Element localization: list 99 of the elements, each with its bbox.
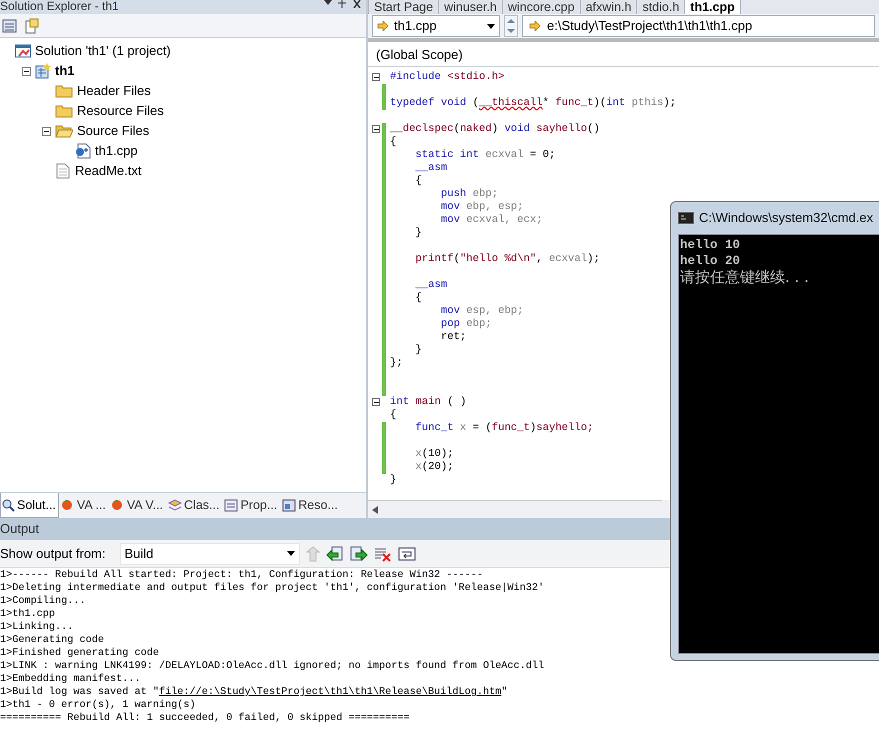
output-line: 1>Finished generating code [0, 647, 160, 660]
log-link[interactable]: file://e:\Study\TestProject\th1\th1\Release\BuildLog.htm [158, 687, 502, 698]
code-line: mov ecxval, ecx; [440, 214, 543, 227]
code-line: __declspec(naked) void sayhello() [390, 123, 600, 136]
output-line: 1>LINK : warning LNK4199: /DELAYLOAD:OleAcc.dll ignored; no imports found from OleAcc.dll [0, 660, 546, 673]
arrow-icon [377, 21, 389, 31]
tab-icon [110, 498, 125, 512]
minus-icon [373, 74, 380, 81]
tree-item[interactable]: Resource Files [77, 101, 164, 121]
word-wrap-icon[interactable] [398, 546, 416, 562]
panel-tab[interactable]: VA ... [58, 493, 109, 518]
project-icon [35, 63, 51, 79]
panel-tab[interactable]: Clas... [166, 493, 222, 518]
code-line: mov ebp, esp; [440, 201, 524, 214]
next-message-icon[interactable] [350, 546, 368, 562]
document-tab[interactable]: winuser.h [438, 0, 503, 14]
code-line: pop ebp; [440, 318, 492, 331]
collapse-toggle[interactable] [372, 398, 380, 406]
minus-icon [373, 399, 380, 406]
solution-icon [15, 44, 31, 58]
code-line: int main ( ) [390, 396, 466, 409]
scroll-left-icon[interactable] [372, 506, 378, 514]
show-all-files-icon[interactable] [24, 18, 40, 34]
panel-tab[interactable]: VA V... [108, 493, 166, 518]
code-line: __asm [414, 279, 448, 292]
panel-tab[interactable]: Solut... [0, 493, 59, 518]
folder-icon [55, 124, 73, 138]
path-field[interactable]: e:\Study\TestProject\th1\th1\th1.cpp [522, 15, 875, 37]
console-output: hello 10 hello 20 请按任意键继续. . . [678, 234, 879, 654]
code-line: __asm [414, 162, 448, 175]
code-line: } [414, 227, 422, 240]
folder-icon [55, 84, 73, 98]
output-line: 1>Deleting intermediate and output files for project 'th1', configuration 'Release|Win32' [0, 582, 546, 595]
previous-message-icon[interactable] [326, 546, 344, 562]
code-line: }; [390, 357, 403, 370]
code-line: #include <stdio.h> [390, 71, 504, 84]
code-line: static int ecxval = 0; [414, 149, 556, 162]
output-line: 1>Compiling... [0, 595, 87, 608]
output-line: ========== Rebuild All: 1 succeeded, 0 failed, 0 skipped ========== [0, 712, 411, 725]
output-line: 1>Build log was saved at "file://e:\Study\TestProject\th1\th1\Release\BuildLog.htm" [0, 686, 508, 699]
tree-item[interactable]: th1.cpp [95, 141, 138, 161]
code-line: } [390, 474, 396, 487]
output-line: 1>Generating code [0, 634, 105, 647]
collapse-toggle[interactable] [372, 125, 380, 133]
output-line: 1>th1 - 0 error(s), 1 warning(s) [0, 699, 197, 712]
properties-icon[interactable] [2, 18, 18, 34]
tab-icon [60, 498, 75, 512]
document-tab[interactable]: stdio.h [636, 0, 686, 14]
tree-item[interactable]: ReadMe.txt [75, 161, 142, 181]
tree-item[interactable]: Source Files [77, 121, 150, 141]
code-line: { [414, 292, 422, 305]
window-title: C:\Windows\system32\cmd.ex [699, 209, 874, 228]
clear-all-icon[interactable] [374, 546, 392, 562]
folder-icon [55, 104, 73, 118]
tab-icon [2, 498, 15, 512]
output-line: 1>Embedding manifest... [0, 673, 142, 686]
collapse-toggle[interactable] [42, 126, 51, 136]
output-line: 1>------ Rebuild All started: Project: th1, Configuration: Release Win32 ------ [0, 569, 484, 582]
output-line: 1>Linking... [0, 621, 74, 634]
code-line: func_t x = (func_t)sayhello; [414, 422, 594, 435]
code-line: { [414, 175, 422, 188]
code-line: ret; [440, 331, 466, 344]
output-line: 1>th1.cpp [0, 608, 56, 621]
panel-title: Solution Explorer - th1 [0, 0, 119, 14]
document-tab[interactable]: wincore.cpp [502, 0, 581, 14]
output-source-dropdown[interactable]: Build [120, 542, 300, 564]
panel-tab[interactable]: Prop... [222, 493, 280, 518]
scope-dropdown[interactable]: (Global Scope) [368, 42, 879, 67]
code-line: { [390, 409, 396, 422]
code-line: { [390, 136, 396, 149]
tab-icon [168, 498, 182, 512]
cpp-file-icon [75, 143, 91, 159]
console-icon [678, 212, 694, 224]
collapse-toggle[interactable] [372, 73, 380, 81]
arrow-icon [529, 21, 541, 31]
tree-item[interactable]: Header Files [77, 81, 151, 101]
code-line: typedef void (__thiscall* func_t)(int pthis); [390, 97, 676, 110]
tab-icon [282, 498, 296, 512]
collapse-toggle[interactable] [22, 66, 31, 76]
document-tab[interactable]: afxwin.h [580, 0, 638, 14]
minus-icon [373, 126, 380, 133]
spin-buttons[interactable] [504, 15, 518, 37]
code-line: mov esp, ebp; [440, 305, 524, 318]
tab-icon [224, 498, 238, 512]
code-line: printf("hello %d\n", ecxval); [414, 253, 600, 266]
tree-item[interactable]: Solution 'th1' (1 project) [35, 41, 171, 61]
field-label: Show output from: [0, 544, 106, 563]
caret-icon [487, 24, 495, 28]
document-tab[interactable]: th1.cpp [684, 0, 741, 14]
file-dropdown[interactable]: th1.cpp [372, 15, 500, 37]
code-line: push ebp; [440, 188, 498, 201]
document-tab[interactable]: Start Page [368, 0, 440, 14]
caret-icon [286, 551, 294, 556]
panel-tab[interactable]: Reso... [280, 493, 341, 518]
code-line: x(10); [414, 448, 454, 461]
tree-item[interactable]: th1 [55, 61, 74, 81]
text-file-icon [55, 163, 71, 179]
code-line: } [414, 344, 422, 357]
code-line: x(20); [414, 461, 454, 474]
